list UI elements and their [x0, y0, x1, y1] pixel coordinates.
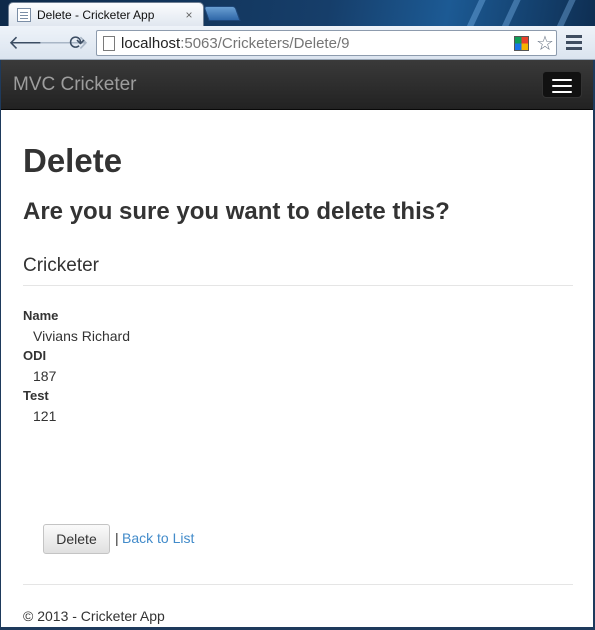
new-tab-button[interactable]: [203, 6, 241, 21]
hamburger-menu-icon[interactable]: [542, 71, 582, 98]
field-label-odi: ODI: [23, 348, 47, 363]
bookmark-star-icon[interactable]: ☆: [534, 31, 556, 55]
footer-divider: [23, 584, 573, 585]
url-path: :5063/Cricketers/Delete/9: [180, 34, 350, 52]
forward-arrow-icon[interactable]: 🡒: [38, 32, 89, 54]
site-navbar: MVC Cricketer: [1, 60, 593, 110]
tab-close-icon[interactable]: ×: [183, 8, 195, 22]
back-to-list-link[interactable]: Back to List: [122, 530, 194, 546]
window-titlebar: Delete - Cricketer App ×: [0, 0, 595, 26]
url-host: localhost: [121, 34, 181, 52]
page-title: Delete: [23, 142, 123, 179]
address-bar[interactable]: localhost:5063/Cricketers/Delete/9 ☆: [96, 30, 557, 56]
page-icon: [103, 35, 115, 51]
delete-button[interactable]: Delete: [43, 524, 110, 554]
separator: |: [115, 530, 119, 546]
decorative-streak: [457, 0, 489, 26]
browser-toolbar: 🡐 🡒 ⟳ localhost:5063/Cricketers/Delete/9…: [0, 26, 595, 60]
extension-icon[interactable]: [514, 35, 529, 51]
tab-title: Delete - Cricketer App: [37, 8, 155, 22]
navbar-brand[interactable]: MVC Cricketer: [13, 74, 137, 96]
confirm-question: Are you sure you want to delete this?: [23, 198, 450, 225]
browser-tab[interactable]: Delete - Cricketer App ×: [8, 2, 204, 26]
field-value-name: Vivians Richard: [33, 328, 131, 344]
footer-text: © 2013 - Cricketer App: [23, 608, 165, 624]
decorative-streak: [492, 0, 524, 26]
url-text[interactable]: localhost:5063/Cricketers/Delete/9: [121, 35, 514, 52]
page-icon: [17, 8, 31, 22]
reload-icon[interactable]: ⟳: [66, 32, 88, 54]
entity-title: Cricketer: [23, 255, 100, 276]
back-arrow-icon[interactable]: 🡐: [8, 32, 59, 54]
decorative-streak: [547, 0, 579, 26]
divider: [23, 285, 573, 286]
field-label-test: Test: [23, 388, 49, 403]
menu-icon[interactable]: [566, 35, 582, 51]
field-label-name: Name: [23, 308, 59, 323]
field-value-test: 121: [33, 408, 57, 424]
page-viewport: MVC Cricketer Delete Are you sure you wa…: [1, 60, 593, 628]
field-value-odi: 187: [33, 368, 57, 384]
